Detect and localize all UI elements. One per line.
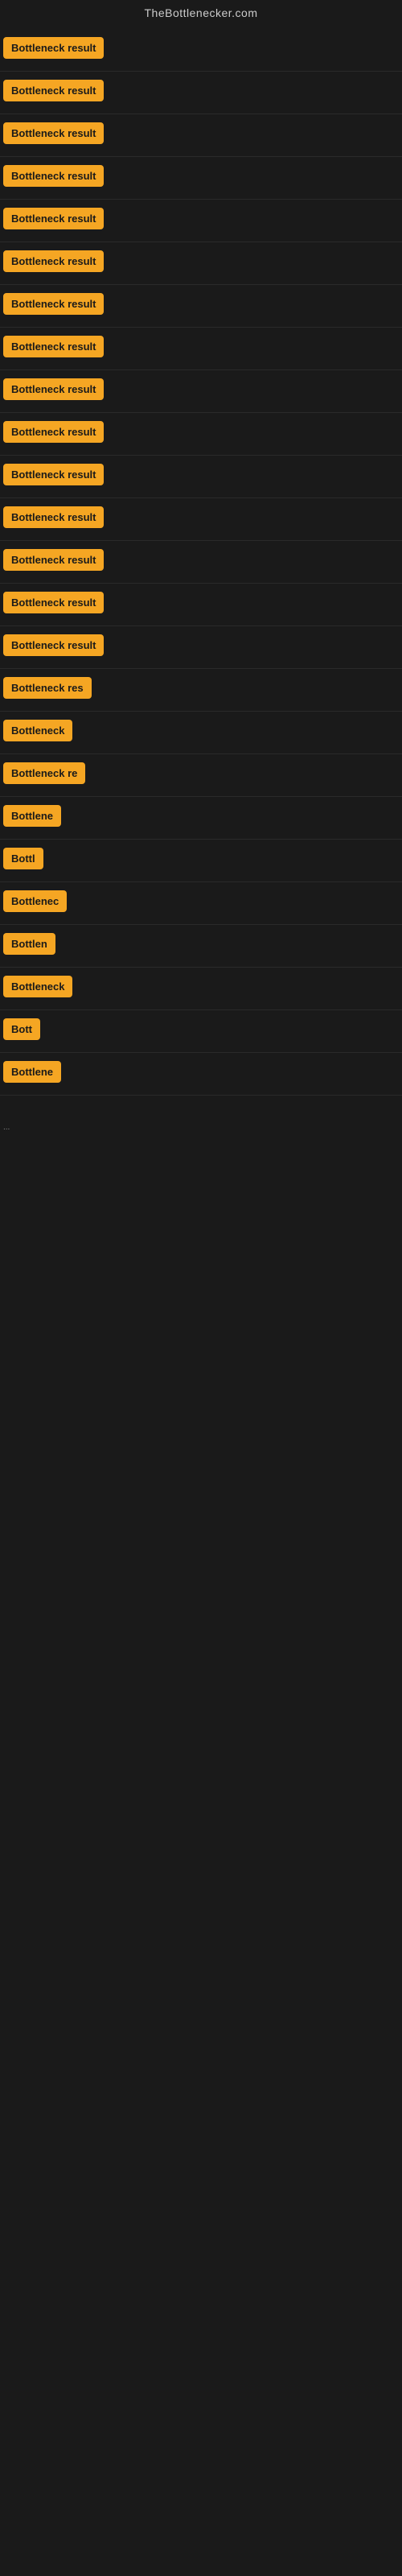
- result-row-10[interactable]: Bottleneck result: [0, 413, 402, 456]
- bottleneck-badge-16[interactable]: Bottleneck res: [3, 677, 92, 699]
- result-row-1[interactable]: Bottleneck result: [0, 29, 402, 72]
- results-container: Bottleneck result Bottleneck result Bottle…: [0, 29, 402, 1096]
- bottleneck-badge-6[interactable]: Bottleneck result: [3, 250, 104, 272]
- bottleneck-badge-21[interactable]: Bottlenec: [3, 890, 67, 912]
- result-row-23[interactable]: Bottleneck: [0, 968, 402, 1010]
- result-row-5[interactable]: Bottleneck result: [0, 200, 402, 242]
- result-row-22[interactable]: Bottlen: [0, 925, 402, 968]
- result-row-9[interactable]: Bottleneck result: [0, 370, 402, 413]
- bottleneck-badge-8[interactable]: Bottleneck result: [3, 336, 104, 357]
- bottleneck-badge-5[interactable]: Bottleneck result: [3, 208, 104, 229]
- bottleneck-badge-4[interactable]: Bottleneck result: [3, 165, 104, 187]
- result-row-14[interactable]: Bottleneck result: [0, 584, 402, 626]
- bottleneck-badge-11[interactable]: Bottleneck result: [3, 464, 104, 485]
- bottleneck-badge-24[interactable]: Bott: [3, 1018, 40, 1040]
- bottleneck-badge-17[interactable]: Bottleneck: [3, 720, 72, 741]
- result-row-2[interactable]: Bottleneck result: [0, 72, 402, 114]
- bottleneck-badge-3[interactable]: Bottleneck result: [3, 122, 104, 144]
- result-row-16[interactable]: Bottleneck res: [0, 669, 402, 712]
- result-row-6[interactable]: Bottleneck result: [0, 242, 402, 285]
- result-row-3[interactable]: Bottleneck result: [0, 114, 402, 157]
- result-row-8[interactable]: Bottleneck result: [0, 328, 402, 370]
- result-row-21[interactable]: Bottlenec: [0, 882, 402, 925]
- bottleneck-badge-10[interactable]: Bottleneck result: [3, 421, 104, 443]
- result-row-12[interactable]: Bottleneck result: [0, 498, 402, 541]
- result-row-11[interactable]: Bottleneck result: [0, 456, 402, 498]
- bottleneck-badge-1[interactable]: Bottleneck result: [3, 37, 104, 59]
- bottleneck-badge-9[interactable]: Bottleneck result: [3, 378, 104, 400]
- bottleneck-badge-23[interactable]: Bottleneck: [3, 976, 72, 997]
- bottleneck-badge-20[interactable]: Bottl: [3, 848, 43, 869]
- bottleneck-badge-14[interactable]: Bottleneck result: [3, 592, 104, 613]
- ellipsis-container: ...: [0, 1120, 402, 1603]
- result-row-7[interactable]: Bottleneck result: [0, 285, 402, 328]
- bottleneck-badge-12[interactable]: Bottleneck result: [3, 506, 104, 528]
- site-header: TheBottlenecker.com: [0, 0, 402, 29]
- result-row-19[interactable]: Bottlene: [0, 797, 402, 840]
- bottleneck-badge-18[interactable]: Bottleneck re: [3, 762, 85, 784]
- result-row-17[interactable]: Bottleneck: [0, 712, 402, 754]
- result-row-25[interactable]: Bottlene: [0, 1053, 402, 1096]
- bottleneck-badge-2[interactable]: Bottleneck result: [3, 80, 104, 101]
- bottleneck-badge-22[interactable]: Bottlen: [3, 933, 55, 955]
- bottleneck-badge-7[interactable]: Bottleneck result: [3, 293, 104, 315]
- result-row-20[interactable]: Bottl: [0, 840, 402, 882]
- result-row-15[interactable]: Bottleneck result: [0, 626, 402, 669]
- result-row-24[interactable]: Bott: [0, 1010, 402, 1053]
- bottleneck-badge-25[interactable]: Bottlene: [3, 1061, 61, 1083]
- result-row-13[interactable]: Bottleneck result: [0, 541, 402, 584]
- bottleneck-badge-19[interactable]: Bottlene: [3, 805, 61, 827]
- bottleneck-badge-13[interactable]: Bottleneck result: [3, 549, 104, 571]
- bottleneck-badge-15[interactable]: Bottleneck result: [3, 634, 104, 656]
- result-row-18[interactable]: Bottleneck re: [0, 754, 402, 797]
- result-row-4[interactable]: Bottleneck result: [0, 157, 402, 200]
- site-title: TheBottlenecker.com: [144, 6, 257, 19]
- ellipsis-symbol: ...: [0, 1120, 402, 1132]
